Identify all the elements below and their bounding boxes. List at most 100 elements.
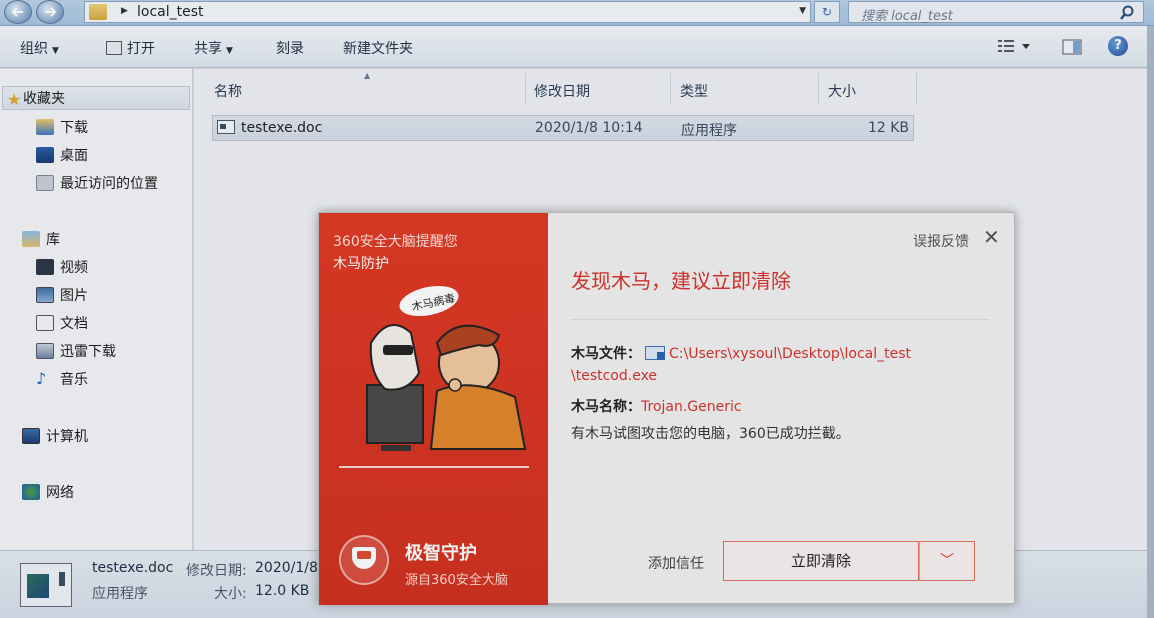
folder-icon <box>89 4 107 20</box>
details-modified-label: 修改日期: <box>186 563 247 579</box>
alert-message: 有木马试图攻击您的电脑，360已成功拦截。 <box>571 426 850 442</box>
open-button[interactable]: 打开 <box>106 38 155 58</box>
false-positive-feedback-link[interactable]: 误报反馈 <box>913 231 969 251</box>
trojan-name-label: 木马名称： <box>571 399 641 415</box>
clear-options-dropdown[interactable]: ﹀ <box>919 541 975 581</box>
table-row[interactable]: testexe.doc 2020/1/8 10:14 应用程序 12 KB <box>212 115 914 141</box>
command-toolbar: 组织 ▼ 打开 共享 ▼ 刻录 新建文件夹 ? <box>0 26 1154 68</box>
column-header-name[interactable]: 名称 <box>214 81 242 101</box>
burn-button[interactable]: 刻录 <box>276 38 304 58</box>
sidebar-item-recent[interactable]: 最近访问的位置 <box>36 171 158 195</box>
sidebar-item-favorites[interactable]: ★ 收藏夹 <box>2 86 190 110</box>
window-border <box>1147 26 1154 618</box>
sidebar-item-label: 图片 <box>60 288 88 304</box>
column-header-modified[interactable]: 修改日期 <box>534 81 590 101</box>
search-placeholder: 搜索 local_test <box>861 9 953 24</box>
documents-icon <box>36 315 54 331</box>
download-folder-icon <box>36 119 54 135</box>
trojan-illustration-icon: 木马病毒 <box>339 285 529 468</box>
chevron-down-icon: ▼ <box>226 46 233 56</box>
sidebar-item-documents[interactable]: 文档 <box>36 311 88 335</box>
back-button[interactable] <box>4 0 32 24</box>
address-dropdown-icon[interactable]: ▼ <box>799 6 806 16</box>
sidebar-item-downloads[interactable]: 下载 <box>36 115 88 139</box>
preview-pane-icon[interactable] <box>1062 39 1082 55</box>
organize-label: 组织 <box>20 41 48 57</box>
search-input[interactable]: 搜索 local_test <box>848 1 1144 24</box>
trojan-file-line: 木马文件： C:\Users\xysoul\Desktop\local_test <box>571 343 911 363</box>
add-trust-link[interactable]: 添加信任 <box>648 553 704 573</box>
open-label: 打开 <box>127 41 155 57</box>
pictures-icon <box>36 287 54 303</box>
sidebar-item-libraries[interactable]: 库 <box>22 227 60 251</box>
desktop-icon <box>36 147 54 163</box>
search-icon[interactable] <box>1119 5 1135 21</box>
clear-now-button[interactable]: 立即清除 <box>723 541 919 581</box>
shield-icon <box>339 535 389 585</box>
column-header-type[interactable]: 类型 <box>680 81 708 101</box>
sidebar-item-label: 收藏夹 <box>23 91 65 107</box>
chevron-down-icon: ▼ <box>52 46 59 56</box>
column-divider[interactable] <box>818 73 819 105</box>
trojan-name: Trojan.Generic <box>641 399 742 415</box>
close-icon[interactable]: ✕ <box>983 225 1000 249</box>
sidebar-item-label: 音乐 <box>60 372 88 388</box>
sidebar-item-label: 计算机 <box>46 429 88 445</box>
address-path[interactable]: local_test <box>137 4 204 20</box>
details-size-label: 大小: <box>214 586 247 602</box>
exe-file-icon <box>645 346 665 360</box>
star-icon: ★ <box>7 90 22 109</box>
file-name: testexe.doc <box>241 120 323 136</box>
sidebar-item-music[interactable]: ♪ 音乐 <box>36 367 88 391</box>
library-icon <box>22 231 40 247</box>
sort-indicator-icon: ▲ <box>364 71 371 80</box>
back-arrow-icon <box>11 7 23 17</box>
share-menu[interactable]: 共享 ▼ <box>194 38 233 58</box>
column-header-size[interactable]: 大小 <box>828 81 856 101</box>
trojan-file-path-continued[interactable]: \testcod.exe <box>571 368 657 384</box>
computer-icon <box>22 428 40 444</box>
alert-banner: 360安全大脑提醒您 木马防护 木马病毒 极智守护 源自360安全大脑 <box>319 213 548 605</box>
new-folder-label: 新建文件夹 <box>343 41 413 57</box>
breadcrumb-arrow-icon[interactable]: ▶ <box>121 6 128 16</box>
refresh-button[interactable]: ↻ <box>814 1 840 23</box>
new-folder-button[interactable]: 新建文件夹 <box>343 38 413 58</box>
file-thumbnail-icon <box>20 563 72 607</box>
sidebar-item-pictures[interactable]: 图片 <box>36 283 88 307</box>
network-icon <box>22 484 40 500</box>
file-size: 12 KB <box>867 120 909 136</box>
application-file-icon <box>217 120 235 134</box>
sidebar-item-label: 网络 <box>46 485 74 501</box>
sidebar-item-videos[interactable]: 视频 <box>36 255 88 279</box>
chevron-down-icon: ﹀ <box>940 553 954 569</box>
help-icon[interactable]: ? <box>1108 36 1128 56</box>
sidebar-item-xunlei[interactable]: 迅雷下载 <box>36 339 116 363</box>
sidebar-item-label: 视频 <box>60 260 88 276</box>
trojan-name-line: 木马名称：Trojan.Generic <box>571 396 742 416</box>
sidebar-item-computer[interactable]: 计算机 <box>22 424 88 448</box>
sidebar-item-network[interactable]: 网络 <box>22 480 74 504</box>
music-icon: ♪ <box>36 369 47 388</box>
view-options-icon[interactable] <box>998 39 1032 53</box>
protection-title: 极智守护 <box>405 543 477 564</box>
organize-menu[interactable]: 组织 ▼ <box>20 38 59 58</box>
column-divider[interactable] <box>916 73 917 105</box>
xunlei-download-icon <box>36 343 54 359</box>
share-label: 共享 <box>194 41 222 57</box>
column-divider[interactable] <box>670 73 671 105</box>
open-icon <box>106 41 122 55</box>
forward-button[interactable] <box>36 0 64 24</box>
trojan-file-path[interactable]: C:\Users\xysoul\Desktop\local_test <box>669 346 911 362</box>
sidebar-item-desktop[interactable]: 桌面 <box>36 143 88 167</box>
sidebar-item-label: 下载 <box>60 120 88 136</box>
sidebar-item-label: 库 <box>46 232 60 248</box>
video-icon <box>36 259 54 275</box>
sidebar-item-label: 桌面 <box>60 148 88 164</box>
details-type: 应用程序 <box>92 586 148 602</box>
address-field[interactable]: ▶ local_test ▼ <box>84 1 811 23</box>
trojan-alert-dialog: 360安全大脑提醒您 木马防护 木马病毒 极智守护 源自360安全大脑 误报反馈… <box>318 212 1015 605</box>
column-divider[interactable] <box>525 73 526 105</box>
sidebar-item-label: 迅雷下载 <box>60 344 116 360</box>
details-filename: testexe.doc <box>92 560 174 576</box>
sidebar-item-label: 最近访问的位置 <box>60 176 158 192</box>
